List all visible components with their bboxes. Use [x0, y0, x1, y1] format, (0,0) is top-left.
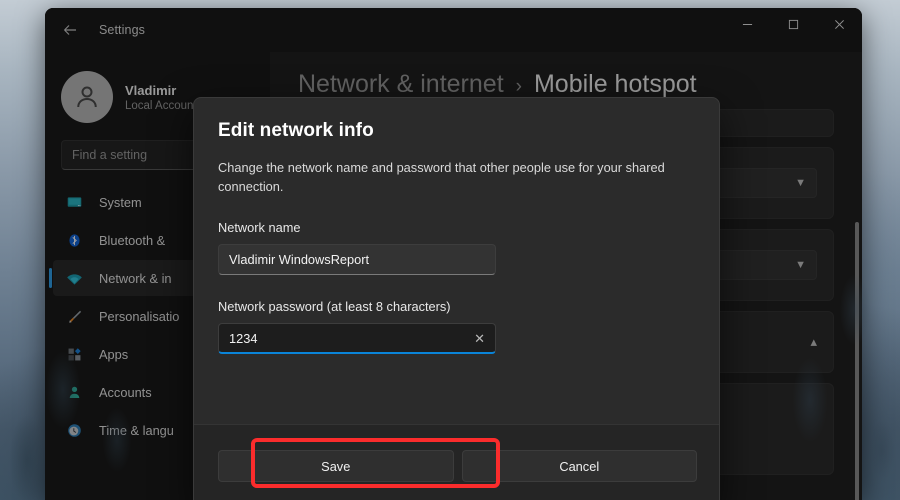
save-button[interactable]: Save: [218, 450, 454, 482]
network-name-label: Network name: [218, 220, 695, 235]
edit-network-info-dialog: Edit network info Change the network nam…: [193, 97, 720, 500]
network-password-value: 1234: [229, 331, 257, 346]
settings-window: Settings: [45, 8, 862, 500]
network-password-label: Network password (at least 8 characters): [218, 299, 695, 314]
network-password-field-group: Network password (at least 8 characters)…: [218, 299, 695, 354]
dialog-footer: Save Cancel: [194, 424, 720, 500]
cancel-button[interactable]: Cancel: [462, 450, 698, 482]
network-name-input[interactable]: Vladimir WindowsReport: [218, 244, 496, 275]
desktop-wallpaper: Settings: [0, 0, 900, 500]
network-password-input[interactable]: 1234 ✕: [218, 323, 496, 354]
dialog-body: Edit network info Change the network nam…: [194, 98, 719, 354]
network-name-value: Vladimir WindowsReport: [229, 252, 369, 267]
clear-icon[interactable]: ✕: [474, 332, 485, 345]
dialog-description: Change the network name and password tha…: [218, 158, 695, 196]
dialog-title: Edit network info: [218, 120, 695, 142]
network-name-field-group: Network name Vladimir WindowsReport: [218, 220, 695, 275]
